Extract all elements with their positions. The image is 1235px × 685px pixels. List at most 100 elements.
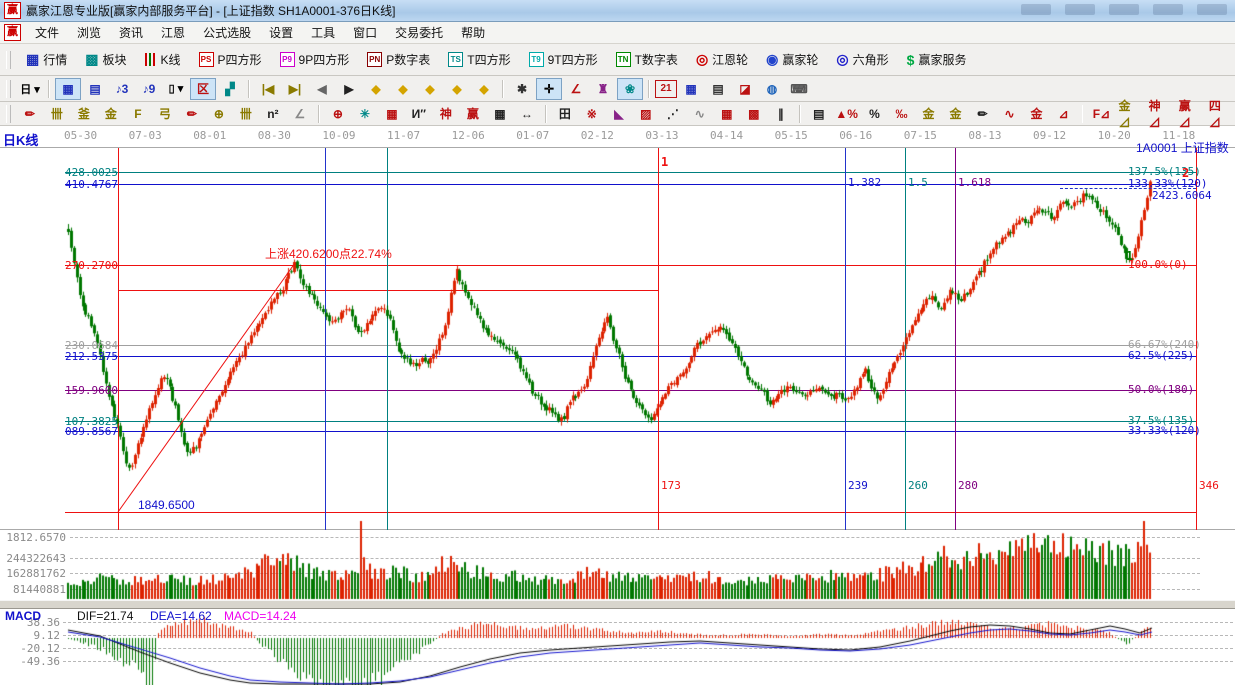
time-ruler-icon[interactable]: 卌 [233, 103, 259, 125]
titlebar-faded-item[interactable] [1109, 4, 1139, 15]
shen-tool-icon[interactable]: 神 [433, 103, 459, 125]
menu-item-帮助[interactable]: 帮助 [452, 24, 494, 42]
toolbar-button-六角形[interactable]: ◎六角形 [828, 47, 896, 72]
toolbar-button-K线[interactable]: K线 [137, 47, 189, 72]
win-slope-icon[interactable]: 赢⊿ [1176, 103, 1205, 125]
gann-circle-icon[interactable]: ⊕ [206, 103, 232, 125]
toolbar-button-赢家轮[interactable]: ◉赢家轮 [758, 47, 826, 72]
calendar-icon[interactable]: 21 [655, 80, 677, 98]
pattern-zone-icon[interactable]: 区 [190, 78, 216, 100]
macd-title[interactable]: MACD [5, 609, 41, 623]
calculator-icon[interactable]: ▦ [678, 78, 704, 100]
first-page-icon[interactable]: |◀ [255, 78, 281, 100]
pane-splitter[interactable] [0, 600, 1235, 609]
list-view-icon[interactable]: ▤ [82, 78, 108, 100]
menu-item-交易委托[interactable]: 交易委托 [386, 24, 452, 42]
number-grid-icon[interactable]: ▦ [487, 103, 513, 125]
n-square-icon[interactable]: n² [260, 103, 286, 125]
f-slope-icon[interactable]: F⊿ [1088, 103, 1114, 125]
menu-item-工具[interactable]: 工具 [302, 24, 344, 42]
star-grid-icon[interactable]: ✳ [352, 103, 378, 125]
win-tool-icon[interactable]: 赢 [460, 103, 486, 125]
toolbar-button-赢家服务[interactable]: $赢家服务 [899, 47, 975, 72]
menu-item-文件[interactable]: 文件 [26, 24, 68, 42]
toolbar-button-板块[interactable]: ▩板块 [77, 47, 134, 72]
chip-tool-icon[interactable]: ♜ [590, 78, 616, 100]
percent-icon[interactable]: % [862, 103, 888, 125]
shen-slope-icon[interactable]: 神⊿ [1146, 103, 1175, 125]
save-icon[interactable]: ◪ [732, 78, 758, 100]
span-measure-icon[interactable]: ↔ [514, 103, 540, 125]
symbol-label[interactable]: 1A0001 上证指数 [1136, 139, 1229, 156]
spiral-icon[interactable]: 弓 [152, 103, 178, 125]
titlebar-faded-item[interactable] [1153, 4, 1183, 15]
zoom-in-icon[interactable]: ◆ [444, 78, 470, 100]
toolbar-button-P数字表[interactable]: PNP数字表 [359, 47, 438, 72]
toolbar-button-T数字表[interactable]: TNT数字表 [608, 47, 686, 72]
terminal-icon[interactable]: ⌨ [786, 78, 812, 100]
zigzag-view-icon[interactable]: ▦ [55, 78, 81, 100]
red-grid-icon[interactable]: ▦ [379, 103, 405, 125]
titlebar-faded-item[interactable] [1065, 4, 1095, 15]
parallel-lines-icon[interactable]: ∥ [768, 103, 794, 125]
wave-mark-icon[interactable]: И″ [406, 103, 432, 125]
angle-tool-icon[interactable]: ∠ [563, 78, 589, 100]
page-left-icon[interactable]: ◀ [309, 78, 335, 100]
flower-tool-icon[interactable]: ❀ [617, 78, 643, 100]
toolbar-grip[interactable] [6, 51, 11, 69]
toolbar-button-9T四方形[interactable]: T99T四方形 [521, 47, 606, 72]
angle-lines-icon[interactable]: ⋰ [660, 103, 686, 125]
box-tool-icon[interactable]: 田 [552, 103, 578, 125]
permille-icon[interactable]: ‰ [889, 103, 915, 125]
titlebar-faded-item[interactable] [1021, 4, 1051, 15]
gold-cross-icon[interactable]: 金 [1024, 103, 1050, 125]
gold-level-icon[interactable]: 金 [916, 103, 942, 125]
net1-icon[interactable]: ▦ [714, 103, 740, 125]
fibonacci-icon[interactable]: F [125, 103, 151, 125]
toolbar-button-江恩轮[interactable]: ◎江恩轮 [688, 47, 756, 72]
menu-item-江恩[interactable]: 江恩 [152, 24, 194, 42]
menu-item-设置[interactable]: 设置 [260, 24, 302, 42]
zoom-out-icon[interactable]: ◆ [471, 78, 497, 100]
zoom-h-icon[interactable]: ◆ [417, 78, 443, 100]
titlebar-faded-item[interactable] [1197, 4, 1227, 15]
j-slope-icon[interactable]: ⊿ [1051, 103, 1077, 125]
ray-fan-icon[interactable]: ※ [579, 103, 605, 125]
bars-3-icon[interactable]: ♪3 [109, 78, 135, 100]
gold-channel-icon[interactable]: 金 [943, 103, 969, 125]
menu-item-浏览[interactable]: 浏览 [68, 24, 110, 42]
period-label[interactable]: 日K线 [3, 130, 38, 149]
zoom-right-icon[interactable]: ◆ [390, 78, 416, 100]
band-tool-icon[interactable]: ∿ [997, 103, 1023, 125]
pen-tool-icon[interactable]: ✏ [17, 103, 43, 125]
gold-kettle-icon[interactable]: 釜 [71, 103, 97, 125]
square-net-icon[interactable]: ▨ [633, 103, 659, 125]
net2-icon[interactable]: ▩ [741, 103, 767, 125]
menu-item-窗口[interactable]: 窗口 [344, 24, 386, 42]
percent-up-icon[interactable]: ▲% [833, 103, 861, 125]
period-selector[interactable]: 日 ▾ [17, 78, 43, 100]
bars-9-icon[interactable]: ♪9 [136, 78, 162, 100]
toolbar-button-T四方形[interactable]: TST四方形 [440, 47, 518, 72]
menu-item-资讯[interactable]: 资讯 [110, 24, 152, 42]
sketch-icon[interactable]: ✏ [970, 103, 996, 125]
distribution-icon[interactable]: ▞ [217, 78, 243, 100]
hand-tool-icon[interactable]: ✱ [509, 78, 535, 100]
network-icon[interactable]: ◍ [759, 78, 785, 100]
toolbar-grip[interactable] [6, 105, 11, 123]
scale-tool-icon[interactable]: ▤ [806, 103, 832, 125]
toolbar-button-9P四方形[interactable]: P99P四方形 [272, 47, 358, 72]
toolbar-grip[interactable] [6, 80, 11, 98]
target-icon[interactable]: ⊕ [325, 103, 351, 125]
notes-icon[interactable]: ▤ [705, 78, 731, 100]
zoom-left-icon[interactable]: ◆ [363, 78, 389, 100]
grid-lines-icon[interactable]: 卌 [44, 103, 70, 125]
fan-tool-icon[interactable]: ◣ [606, 103, 632, 125]
toolbar-button-行情[interactable]: ▦行情 [18, 47, 75, 72]
candle-style-selector[interactable]: ▯ ▾ [163, 78, 189, 100]
page-right-icon[interactable]: ▶ [336, 78, 362, 100]
pen2-tool-icon[interactable]: ✏ [179, 103, 205, 125]
angle-ruler-icon[interactable]: ∠ [287, 103, 313, 125]
four-slope-icon[interactable]: 四⊿ [1206, 103, 1235, 125]
gold-slope-icon[interactable]: 金⊿ [1115, 103, 1144, 125]
